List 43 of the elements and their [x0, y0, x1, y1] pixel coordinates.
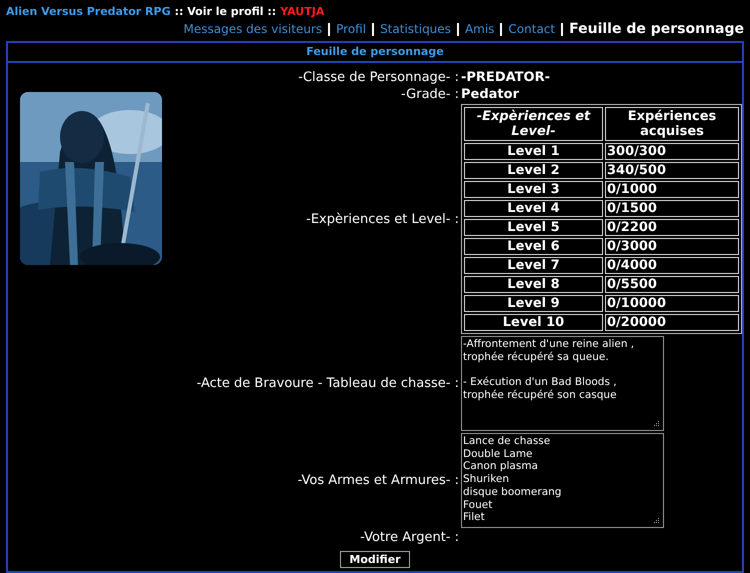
table-cell: 0/5500: [605, 276, 739, 293]
username: YAUTJA: [280, 4, 324, 19]
table-cell: Level 10: [464, 314, 603, 331]
field-value: Pedator: [461, 87, 519, 102]
text-area-field[interactable]: Lance de chasse Double Lame Canon plasma Shuriken disque boomerang Fouet Filet: [461, 433, 664, 528]
table-cell: Level 8: [464, 276, 603, 293]
table-cell: 0/1500: [605, 200, 739, 217]
table-cell: 0/4000: [605, 257, 739, 274]
profile-tab[interactable]: Amis: [464, 20, 494, 38]
modify-button[interactable]: Modifier: [340, 551, 410, 568]
table-cell: 0/10000: [605, 295, 739, 312]
field-label: -Acte de Bravoure - Tableau de chasse- :: [196, 376, 459, 391]
table-cell: Level 1: [464, 143, 603, 160]
profile-tab[interactable]: Messages des visiteurs: [183, 20, 322, 38]
table-cell: Level 9: [464, 295, 603, 312]
profile-tab[interactable]: Profil: [336, 20, 366, 38]
panel-title: Feuille de personnage: [306, 44, 444, 60]
table-cell: Level 5: [464, 219, 603, 236]
table-cell: Level 4: [464, 200, 603, 217]
table-cell: 340/500: [605, 162, 739, 179]
site-link[interactable]: Alien Versus Predator RPG: [6, 4, 171, 19]
text-area-field[interactable]: -Affrontement d'une reine alien , trophée récupéré sa queue. - Exécution d'un Bad Bloods , trophée récupéré son casque: [461, 336, 664, 431]
field-label: -Classe de Personnage- :: [298, 70, 459, 85]
table-cell: 0/3000: [605, 238, 739, 255]
profile-tab[interactable]: Statistiques: [380, 20, 451, 38]
field-label: -Expèriences et Level- :: [306, 212, 459, 226]
column-header: -Expèriences et Level-: [464, 107, 603, 141]
field-label: -Votre Argent- :: [360, 530, 459, 545]
field-label: -Vos Armes et Armures- :: [298, 473, 459, 488]
table-cell: 0/2200: [605, 219, 739, 236]
breadcrumb-text: :: Voir le profil ::: [174, 4, 276, 19]
table-cell: 0/1000: [605, 181, 739, 198]
table-cell: 300/300: [605, 143, 739, 160]
profile-tab[interactable]: Contact: [508, 20, 556, 38]
column-header: Expériences acquises: [605, 107, 739, 141]
table-cell: Level 6: [464, 238, 603, 255]
table-cell: 0/20000: [605, 314, 739, 331]
profile-tab[interactable]: Feuille de personnage: [569, 20, 744, 38]
table-cell: Level 7: [464, 257, 603, 274]
table-cell: Level 2: [464, 162, 603, 179]
field-value: -PREDATOR-: [461, 70, 550, 85]
field-label: -Grade- :: [400, 87, 459, 102]
table-cell: Level 3: [464, 181, 603, 198]
